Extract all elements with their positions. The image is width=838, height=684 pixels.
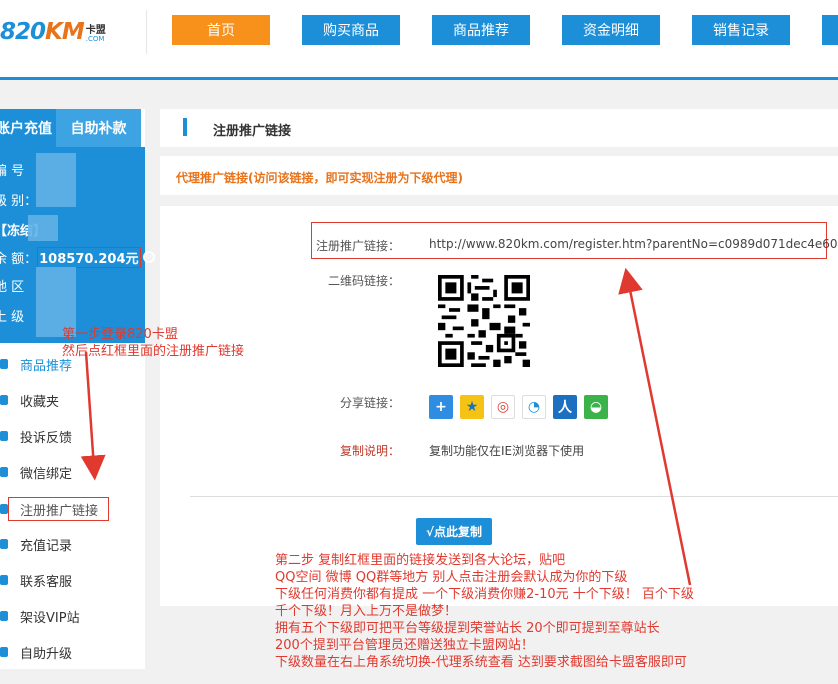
site-logo[interactable]: 820KM 卡盟 .COM xyxy=(0,18,106,44)
blurred-info xyxy=(28,215,58,241)
blurred-info xyxy=(36,153,76,207)
tab-account-recharge[interactable]: 账户充值 xyxy=(0,109,56,147)
feedback-icon xyxy=(0,431,8,441)
sidebar-item-upgrade[interactable]: 自助升级 xyxy=(0,640,145,664)
tencent-weibo-icon[interactable]: ◔ xyxy=(522,395,546,419)
tab-self-supplement[interactable]: 自助补款 xyxy=(56,109,141,147)
nav-recommend[interactable]: 商品推荐 xyxy=(432,15,530,45)
divider xyxy=(190,496,838,497)
account-info-panel: 编 号 级 别： 【冻结】 余 额：108570.204元↻ 地 区 上 级 xyxy=(0,147,155,343)
sidebar-item-customer-service[interactable]: 联系客服 xyxy=(0,568,145,592)
copy-button[interactable]: √点此复制 xyxy=(416,518,492,545)
info-level-label: 级 别： xyxy=(0,193,38,209)
sidebar-item-favorites[interactable]: 收藏夹 xyxy=(0,388,145,412)
page-title-bar: 注册推广链接 xyxy=(160,109,838,147)
sidebar-item-label: 架设VIP站 xyxy=(20,610,80,626)
nav-home[interactable]: 首页 xyxy=(172,15,270,45)
renren-icon[interactable]: 人 xyxy=(553,395,577,419)
nav-buy-goods[interactable]: 购买商品 xyxy=(302,15,400,45)
notice-text: 代理推广链接(访问该链接，即可实现注册为下级代理) xyxy=(176,171,463,185)
notice-bar: 代理推广链接(访问该链接，即可实现注册为下级代理) xyxy=(160,156,838,195)
favorite-icon xyxy=(0,395,8,405)
top-header: 820KM 卡盟 .COM 首页 购买商品 商品推荐 资金明细 销售记录 xyxy=(0,0,838,80)
logo-sub-top: 卡盟 xyxy=(85,25,106,36)
sidebar-tabs: 账户充值 自助补款 xyxy=(0,109,145,147)
annotation-step1: 第一步登录820卡盟 然后点红框里面的注册推广链接 xyxy=(62,327,245,359)
sidebar-item-wechat[interactable]: 微信绑定 xyxy=(0,460,145,484)
weibo-icon[interactable]: ◎ xyxy=(491,395,515,419)
register-link[interactable]: http://www.820km.com/register.htm?parent… xyxy=(429,237,838,251)
info-region-label: 地 区 xyxy=(0,279,25,295)
nav-more[interactable] xyxy=(822,15,838,45)
annotation-step2: 第二步 复制红框里面的链接发送到各大论坛，贴吧 QQ空间 微博 QQ群等地方 别… xyxy=(275,553,694,670)
refresh-icon[interactable]: ↻ xyxy=(142,251,155,263)
vip-icon xyxy=(0,611,8,621)
share-icon xyxy=(0,504,8,514)
title-marker xyxy=(183,118,187,136)
qzone-icon[interactable]: ★ xyxy=(460,395,484,419)
sidebar-item-register-link[interactable]: 注册推广链接 xyxy=(0,497,145,521)
copy-note: 复制功能仅在IE浏览器下使用 xyxy=(429,444,585,458)
page-title: 注册推广链接 xyxy=(213,124,292,139)
qr-code xyxy=(438,275,530,367)
sidebar-item-label: 投诉反馈 xyxy=(20,430,73,446)
upgrade-icon xyxy=(0,647,8,657)
recharge-icon xyxy=(0,539,8,549)
logo-text: 820KM xyxy=(0,19,85,45)
header-divider xyxy=(146,10,147,54)
qr-label: 二维码链接： xyxy=(327,274,400,288)
info-id-label: 编 号 xyxy=(0,163,25,179)
wechat-share-icon[interactable]: ◒ xyxy=(584,395,608,419)
sidebar-item-label: 充值记录 xyxy=(20,538,73,554)
sidebar-item-vip-site[interactable]: 架设VIP站 xyxy=(0,604,145,628)
nav-funds[interactable]: 资金明细 xyxy=(562,15,660,45)
recommend-icon xyxy=(0,359,8,369)
share-label: 分享链接： xyxy=(339,396,400,410)
copy-label: 复制说明： xyxy=(339,444,400,458)
sidebar-item-recharge-records[interactable]: 充值记录 xyxy=(0,532,145,556)
nav-sales[interactable]: 销售记录 xyxy=(692,15,790,45)
balance-value: 108570.204元 xyxy=(37,246,141,268)
balance-label: 余 额： xyxy=(0,251,38,267)
info-balance: 余 额： 108570.204元 ↻ xyxy=(0,246,155,268)
info-parent-label: 上 级 xyxy=(0,309,25,325)
sidebar-item-label: 联系客服 xyxy=(20,574,73,590)
logo-sub-bottom: .COM xyxy=(85,35,105,43)
sidebar-item-feedback[interactable]: 投诉反馈 xyxy=(0,424,145,448)
wechat-icon xyxy=(0,467,8,477)
service-icon xyxy=(0,575,8,585)
link-label: 注册推广链接： xyxy=(315,239,400,253)
sidebar-item-label: 自助升级 xyxy=(20,646,73,662)
plus-share-icon[interactable]: + xyxy=(429,395,453,419)
sidebar-item-label: 收藏夹 xyxy=(20,394,60,410)
sidebar-item-label: 注册推广链接 xyxy=(20,503,99,519)
sidebar-item-label: 微信绑定 xyxy=(20,466,73,482)
